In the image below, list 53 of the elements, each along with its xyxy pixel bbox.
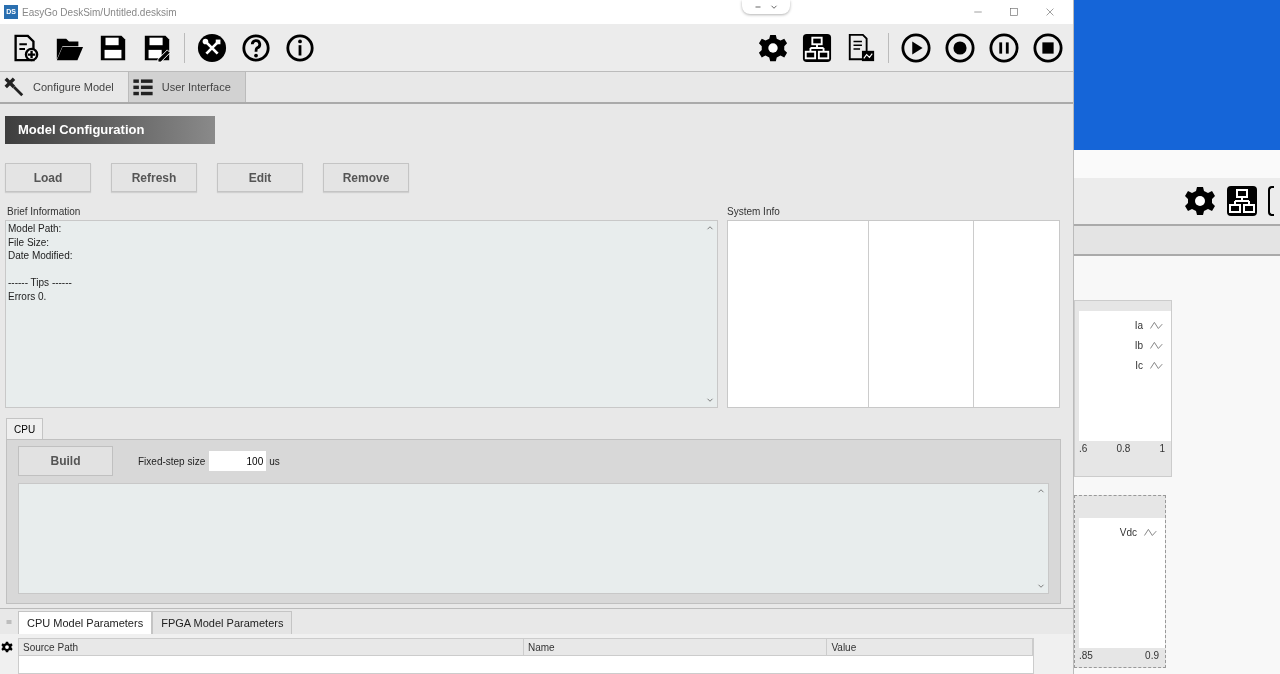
- help-icon[interactable]: [241, 32, 271, 63]
- report-icon[interactable]: [846, 32, 876, 63]
- axis-tick-label: 0.8: [1116, 442, 1131, 456]
- info-line: Model Path:: [8, 222, 63, 236]
- column-header[interactable]: Source Path: [19, 639, 524, 655]
- pause-icon[interactable]: [989, 32, 1019, 63]
- toolbar-button[interactable]: Refresh: [111, 163, 197, 192]
- axis-tick-label: 1: [1159, 442, 1165, 456]
- network-icon[interactable]: [1226, 185, 1258, 217]
- info-line: ------ Tips ------: [8, 276, 73, 290]
- settings-icon[interactable]: [1184, 185, 1216, 217]
- legend-label: Vdc: [1119, 525, 1137, 540]
- maximize-icon[interactable]: [1009, 7, 1019, 17]
- axis-tick-label: .85: [1079, 649, 1093, 663]
- field-label: Brief Information: [6, 205, 82, 219]
- record-icon[interactable]: [945, 32, 975, 63]
- legend-label: Ia: [1134, 318, 1143, 333]
- info-icon[interactable]: [285, 32, 315, 63]
- minus-icon: [754, 3, 762, 11]
- step-size-field[interactable]: 100: [209, 451, 267, 471]
- tab[interactable]: User Interface: [128, 72, 246, 102]
- info-line: File Size:: [8, 235, 51, 249]
- tools-icon[interactable]: [197, 32, 227, 63]
- build-button[interactable]: Build: [18, 446, 113, 476]
- tab[interactable]: FPGA Model Parameters: [152, 611, 293, 634]
- settings-icon[interactable]: [1, 641, 13, 653]
- stop-icon[interactable]: [1033, 32, 1063, 63]
- legend-label: Ic: [1135, 358, 1143, 373]
- network-icon[interactable]: [802, 32, 832, 63]
- tab[interactable]: CPU: [6, 418, 44, 439]
- chevron-down-icon: [770, 3, 778, 11]
- toolbar-button[interactable]: Load: [5, 163, 91, 192]
- section-header: Model Configuration: [5, 116, 215, 144]
- list-icon: [131, 76, 154, 98]
- unit-label: us: [269, 454, 280, 469]
- close-icon[interactable]: [1045, 7, 1055, 17]
- axis-tick-label: .6: [1079, 442, 1088, 456]
- column-header[interactable]: Value: [827, 639, 1033, 655]
- wrench-icon: [3, 76, 25, 98]
- tab[interactable]: CPU Model Parameters: [18, 611, 153, 634]
- play-icon[interactable]: [901, 32, 931, 63]
- settings-icon[interactable]: [758, 32, 788, 63]
- column-header[interactable]: Name: [524, 639, 828, 655]
- window-title: EasyGo DeskSim/Untitled.desksim: [22, 5, 177, 20]
- field-label: Fixed-step size: [138, 454, 206, 469]
- info-line: Errors 0.: [8, 289, 48, 303]
- drag-handle-icon[interactable]: [5, 618, 13, 626]
- axis-tick-label: 0.9: [1145, 649, 1159, 663]
- toolbar-button[interactable]: Edit: [217, 163, 303, 192]
- legend-label: Ib: [1134, 338, 1143, 353]
- field-label: System Info: [727, 205, 781, 219]
- toolbar-button[interactable]: Remove: [323, 163, 409, 192]
- info-line: Date Modified:: [8, 249, 74, 263]
